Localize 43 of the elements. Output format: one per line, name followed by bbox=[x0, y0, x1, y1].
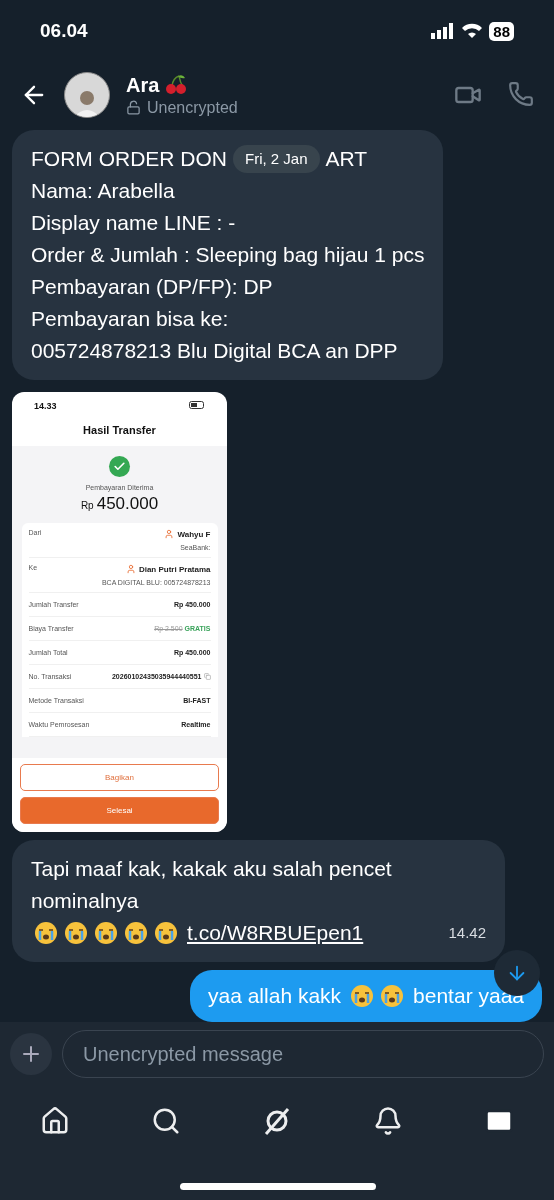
done-button[interactable]: Selesai bbox=[20, 797, 219, 824]
cherry-icon bbox=[165, 74, 188, 96]
message-text: ART bbox=[325, 146, 368, 172]
party-name: Dian Putri Pratama bbox=[138, 564, 211, 574]
crying-emoji-icon bbox=[94, 921, 118, 945]
message-text: 005724878213 Blu Digital BCA an DPP bbox=[31, 338, 398, 364]
contact-name: Ara bbox=[126, 73, 160, 97]
message-text: FORM ORDER DON bbox=[31, 146, 227, 172]
message-text: Display name LINE : - bbox=[31, 210, 236, 236]
user-avatar-icon bbox=[125, 564, 136, 574]
message-text: yaa allah kakk bbox=[208, 983, 342, 1009]
crying-emoji-icon bbox=[154, 921, 178, 945]
wifi-icon bbox=[461, 23, 484, 39]
currency-label: Rp bbox=[80, 500, 94, 511]
encryption-status: Unencrypted bbox=[147, 98, 238, 117]
message-text: Pembayaran bisa ke: bbox=[31, 306, 229, 332]
message-text: Pembayaran (DP/FP): DP bbox=[31, 274, 273, 300]
phone-icon[interactable] bbox=[508, 81, 534, 107]
message-time: 14.42 bbox=[448, 923, 486, 943]
crying-emoji-icon bbox=[34, 921, 58, 945]
amount-text: 450.000 bbox=[96, 494, 159, 514]
crying-emoji-icon bbox=[64, 921, 88, 945]
crying-emoji-icon bbox=[380, 984, 405, 1008]
message-link[interactable]: t.co/W8RBUEpen1 bbox=[187, 917, 364, 949]
add-button[interactable] bbox=[10, 1033, 52, 1075]
battery-level: 88 bbox=[489, 21, 514, 41]
message-text: Order & Jumlah : Sleeping bag hijau 1 pcs bbox=[31, 242, 425, 268]
signal-icon bbox=[431, 23, 456, 39]
crying-emoji-icon bbox=[124, 921, 148, 945]
message-text: Nama: Arabella bbox=[31, 178, 175, 204]
date-pill: Fri, 2 Jan bbox=[233, 145, 320, 173]
crying-emoji-icon bbox=[350, 984, 375, 1008]
success-check-icon bbox=[109, 456, 130, 477]
screen-title: Hasil Transfer bbox=[82, 423, 157, 438]
unlock-icon bbox=[126, 100, 141, 115]
battery-icon bbox=[189, 401, 205, 409]
screenshot-time: 14.33 bbox=[34, 401, 57, 411]
status-time: 06.04 bbox=[40, 20, 88, 42]
message-input[interactable]: Unencrypted message bbox=[62, 1030, 544, 1078]
contact-avatar[interactable] bbox=[64, 72, 110, 118]
share-button[interactable]: Bagikan bbox=[20, 764, 219, 791]
party-name: Wahyu F bbox=[177, 529, 211, 539]
user-avatar-icon bbox=[164, 529, 175, 539]
